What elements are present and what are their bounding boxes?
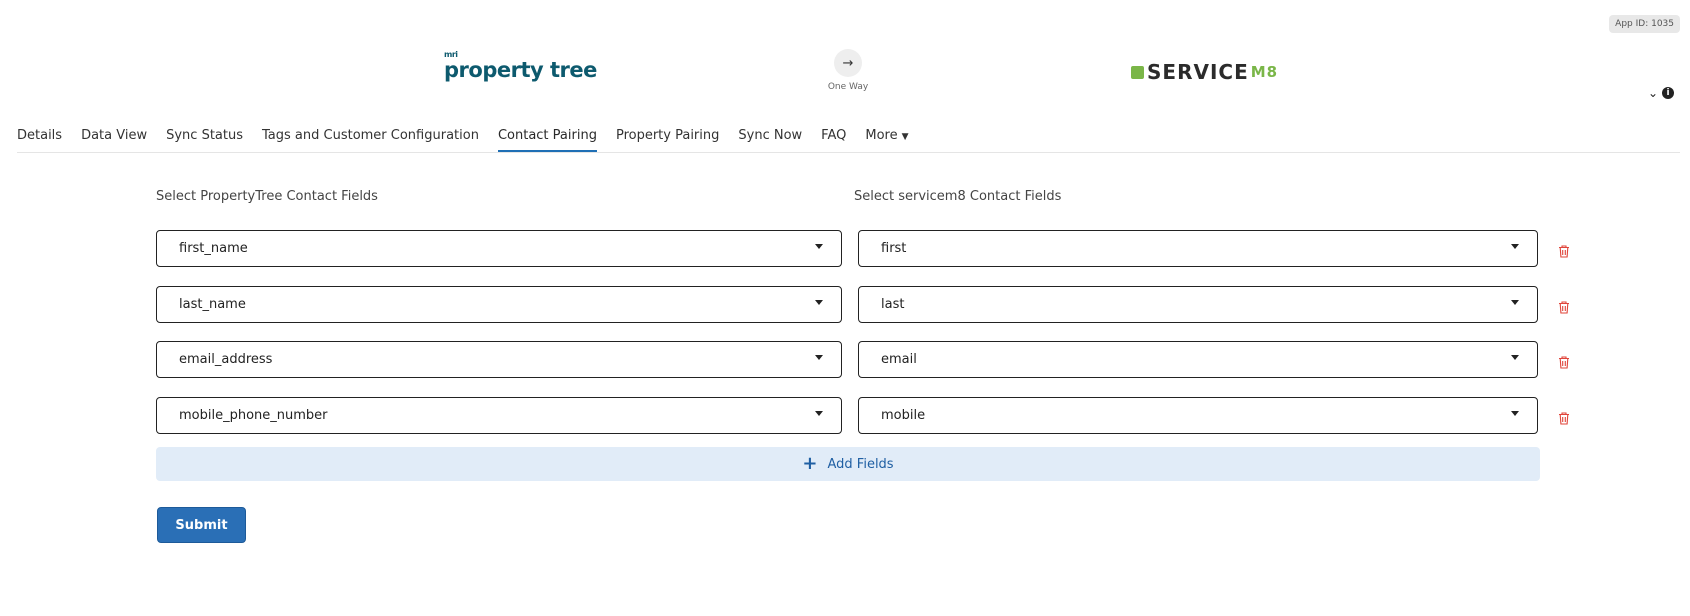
servicem8-field-select[interactable]: last: [858, 286, 1538, 323]
trash-icon[interactable]: [1558, 301, 1570, 314]
caret-down-icon: [815, 411, 823, 416]
trash-icon[interactable]: [1558, 245, 1570, 258]
caret-down-icon: [815, 355, 823, 360]
caret-down-icon: [1511, 355, 1519, 360]
field-pair-row: first_name first: [156, 230, 1576, 267]
tab-contact-pairing[interactable]: Contact Pairing: [497, 122, 597, 152]
plus-icon: +: [802, 453, 818, 474]
tab-faq[interactable]: FAQ: [821, 122, 846, 152]
arrow-right-icon: →: [834, 49, 862, 77]
servicem8-field-select[interactable]: mobile: [858, 397, 1538, 434]
header: mri property tree → One Way SERVICE M8 ⌄…: [0, 0, 1690, 120]
collapse-icon[interactable]: ⌄: [1648, 86, 1658, 100]
tab-property-pairing[interactable]: Property Pairing: [616, 122, 719, 152]
propertytree-logo: mri property tree: [444, 50, 597, 82]
field-pair-row: last_name last: [156, 286, 1576, 323]
propertytree-field-select[interactable]: email_address: [156, 341, 842, 378]
header-icons: ⌄ i: [1648, 86, 1674, 100]
tab-details[interactable]: Details: [17, 122, 62, 152]
tab-more[interactable]: More ▼: [865, 122, 908, 152]
field-pair-row: mobile_phone_number mobile: [156, 397, 1576, 434]
propertytree-field-select[interactable]: mobile_phone_number: [156, 397, 842, 434]
caret-down-icon: [815, 300, 823, 305]
servicem8-field-select[interactable]: first: [858, 230, 1538, 267]
caret-down-icon: ▼: [901, 132, 909, 142]
trash-icon[interactable]: [1558, 356, 1570, 369]
propertytree-field-select[interactable]: last_name: [156, 286, 842, 323]
servicem8-fields-label: Select servicem8 Contact Fields: [854, 189, 1062, 204]
propertytree-fields-label: Select PropertyTree Contact Fields: [156, 189, 378, 204]
submit-button[interactable]: Submit: [157, 507, 246, 543]
trash-icon[interactable]: [1558, 412, 1570, 425]
tab-data-view[interactable]: Data View: [81, 122, 147, 152]
caret-down-icon: [815, 244, 823, 249]
field-pair-row: email_address email: [156, 341, 1576, 378]
caret-down-icon: [1511, 244, 1519, 249]
servicem8-field-select[interactable]: email: [858, 341, 1538, 378]
add-fields-button[interactable]: + Add Fields: [156, 447, 1540, 481]
servicem8-logo: SERVICE M8: [1131, 60, 1278, 84]
tab-sync-status[interactable]: Sync Status: [166, 122, 243, 152]
tab-tags-config[interactable]: Tags and Customer Configuration: [262, 122, 479, 152]
caret-down-icon: [1511, 300, 1519, 305]
info-icon[interactable]: i: [1662, 87, 1674, 99]
caret-down-icon: [1511, 411, 1519, 416]
tab-bar: Details Data View Sync Status Tags and C…: [17, 122, 1680, 153]
propertytree-field-select[interactable]: first_name: [156, 230, 842, 267]
sync-direction-label: One Way: [827, 82, 869, 92]
tab-sync-now[interactable]: Sync Now: [738, 122, 802, 152]
